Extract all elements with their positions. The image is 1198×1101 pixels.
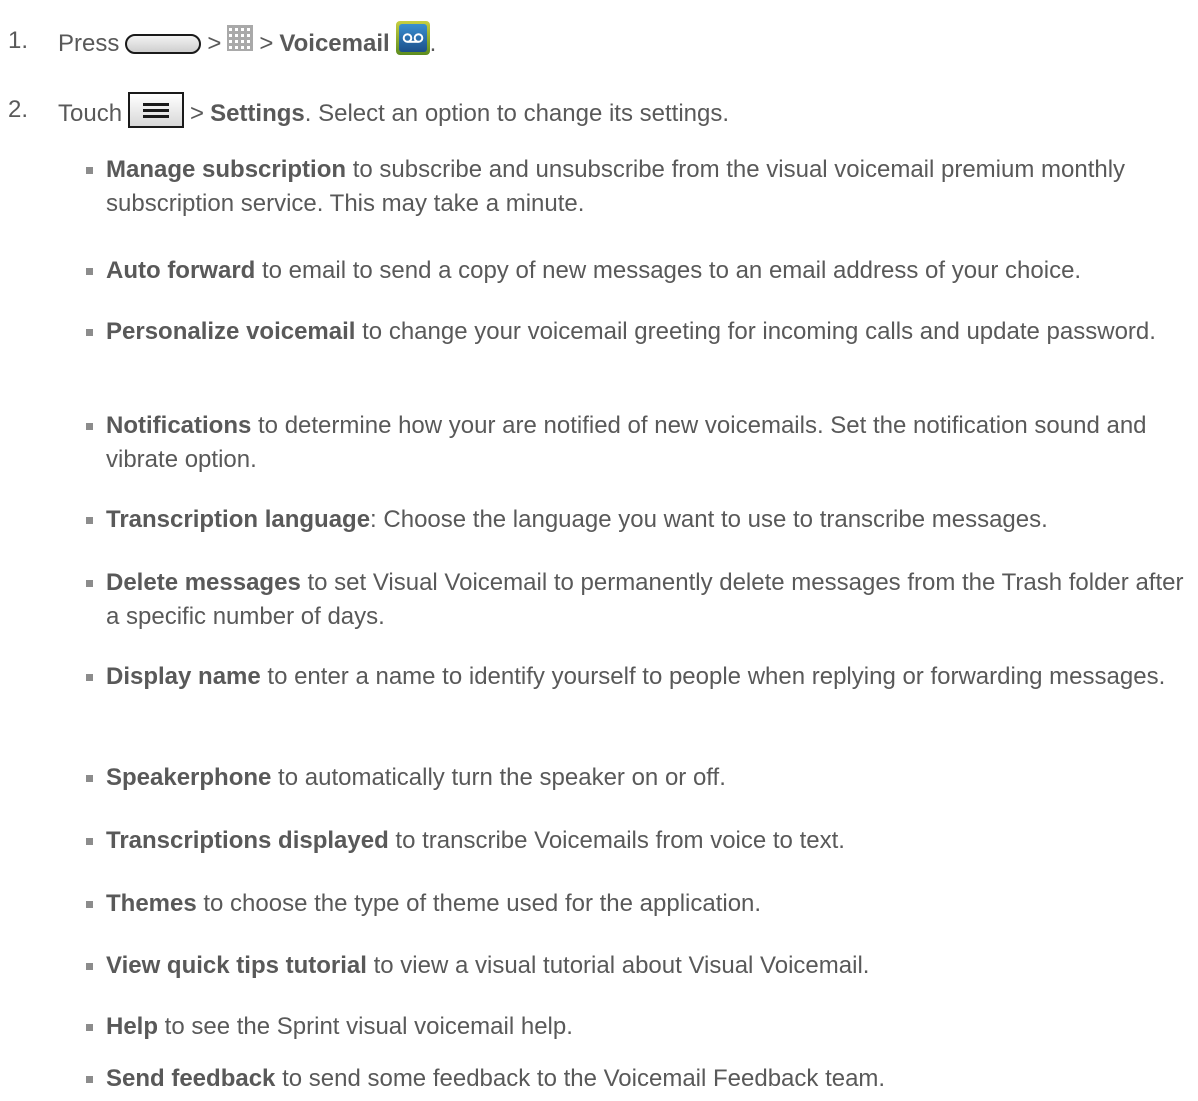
bullet-icon [86, 517, 93, 524]
bullet-icon [86, 838, 93, 845]
separator: > [207, 30, 222, 57]
voicemail-label: Voicemail [279, 30, 390, 57]
step-number: 1. [8, 27, 29, 54]
period: . [429, 30, 437, 57]
settings-label: Settings [210, 100, 305, 127]
bullet-icon [86, 963, 93, 970]
separator: > [190, 100, 205, 127]
bullet-icon [86, 268, 93, 275]
press-text: Press [58, 30, 120, 57]
list-item-text: Delete messages to set Visual Voicemail … [106, 566, 1191, 634]
list-item-text: Notifications to determine how your are … [106, 409, 1191, 477]
option-term: Personalize voicemail [106, 318, 356, 345]
option-desc: to determine how your are notified of ne… [106, 412, 1147, 473]
step-body: Touch > Settings . Select an option to c… [58, 92, 730, 132]
option-term: Speakerphone [106, 764, 272, 791]
bullet-icon [86, 1076, 93, 1083]
option-desc: to send some feedback to the Voicemail F… [275, 1065, 886, 1092]
bullet-icon [86, 1024, 93, 1031]
step-body: Press > > Voicemail . [58, 21, 437, 61]
option-term: View quick tips tutorial [106, 952, 367, 979]
bullet-icon [86, 674, 93, 681]
touch-text: Touch [58, 100, 123, 127]
option-term: Auto forward [106, 257, 256, 284]
option-term: Transcription language [106, 506, 371, 533]
option-desc: to transcribe Voicemails from voice to t… [388, 827, 845, 854]
list-item-text: Themes to choose the type of theme used … [106, 887, 1191, 921]
menu-key-icon [128, 92, 185, 128]
list-item-text: Transcriptions displayed to transcribe V… [106, 824, 1191, 858]
option-desc: to choose the type of theme used for the… [196, 890, 762, 917]
option-term: Help [106, 1013, 159, 1040]
list-item-text: Personalize voicemail to change your voi… [106, 315, 1191, 349]
list-item-text: Auto forward to email to send a copy of … [106, 254, 1191, 288]
list-item-text: Send feedback to send some feedback to t… [106, 1062, 1191, 1096]
list-item-text: View quick tips tutorial to view a visua… [106, 949, 1191, 983]
apps-icon [227, 25, 254, 51]
bullet-icon [86, 167, 93, 174]
option-desc: to email to send a copy of new messages … [255, 257, 1082, 284]
step-number: 2. [8, 96, 29, 123]
home-key-icon [125, 34, 202, 54]
option-term: Delete messages [106, 569, 301, 596]
option-desc: to enter a name to identify yourself to … [260, 663, 1166, 690]
option-term: Display name [106, 663, 261, 690]
option-term: Send feedback [106, 1065, 276, 1092]
option-desc: : Choose the language you want to use to… [370, 506, 1048, 533]
option-term: Transcriptions displayed [106, 827, 389, 854]
step-2-rest: . Select an option to change its setting… [304, 100, 730, 127]
list-item-text: Transcription language: Choose the langu… [106, 503, 1191, 537]
option-term: Manage subscription [106, 156, 347, 183]
option-desc: to change your voicemail greeting for in… [355, 318, 1156, 345]
separator: > [259, 30, 274, 57]
bullet-icon [86, 580, 93, 587]
list-item-text: Manage subscription to subscribe and uns… [106, 153, 1191, 221]
bullet-icon [86, 775, 93, 782]
list-item-text: Display name to enter a name to identify… [106, 660, 1191, 694]
option-term: Notifications [106, 412, 252, 439]
option-term: Themes [106, 890, 197, 917]
bullet-icon [86, 329, 93, 336]
bullet-icon [86, 901, 93, 908]
option-desc: to automatically turn the speaker on or … [271, 764, 726, 791]
option-desc: to see the Sprint visual voicemail help. [158, 1013, 573, 1040]
list-item-text: Help to see the Sprint visual voicemail … [106, 1010, 1191, 1044]
list-item-text: Speakerphone to automatically turn the s… [106, 761, 1191, 795]
voicemail-app-icon [395, 21, 430, 55]
option-desc: to view a visual tutorial about Visual V… [366, 952, 870, 979]
bullet-icon [86, 423, 93, 430]
